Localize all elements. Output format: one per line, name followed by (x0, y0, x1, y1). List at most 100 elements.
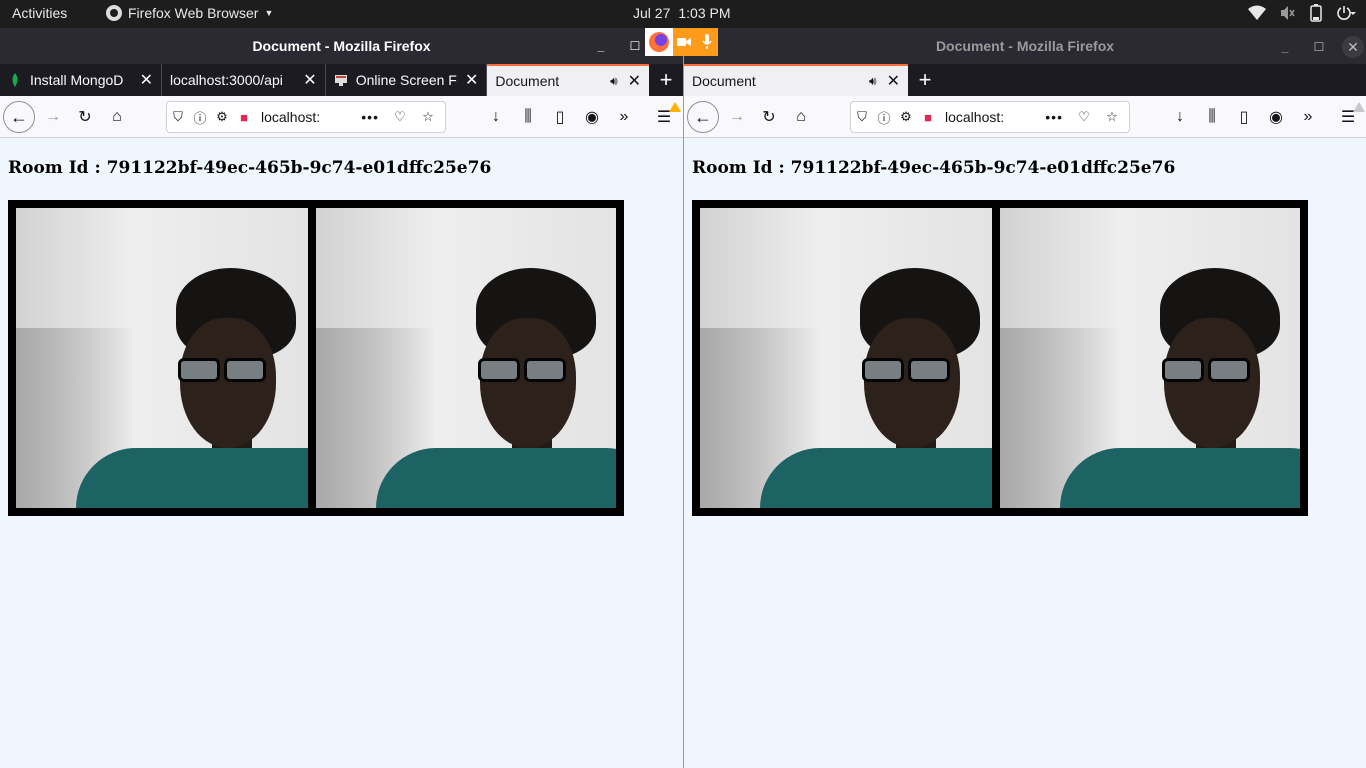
site-info-icon[interactable]: ⓘ (873, 108, 895, 127)
video-stream[interactable] (1000, 208, 1300, 508)
page-actions-icon[interactable]: ••• (361, 109, 379, 125)
url-bar[interactable]: ⛉ ⓘ ⚙ ■ localhost: ••• ♡ ☆ (166, 101, 446, 133)
downloads-icon[interactable]: ↓ (1168, 105, 1192, 129)
tab-label: Document (692, 73, 756, 89)
window-titlebar[interactable]: Document - Mozilla Firefox _ ☐ ✕ (684, 28, 1366, 64)
url-text[interactable]: localhost: (945, 109, 1025, 125)
back-button[interactable]: ← (3, 101, 35, 133)
camera-icon (673, 28, 695, 56)
speaker-icon[interactable]: 🔊︎ (869, 74, 877, 89)
warning-icon (1353, 102, 1365, 112)
navigation-toolbar: ← → ↻ ⌂ ⛉ ⓘ ⚙ ■ localhost: ••• ♡ ☆ ↓ ⫼ ▯… (684, 96, 1366, 138)
tab-label: Online Screen F (355, 72, 457, 88)
app-menu-label: Firefox Web Browser (128, 5, 259, 21)
clock[interactable]: Jul 27 1:03 PM (633, 5, 731, 21)
video-stream[interactable] (700, 208, 992, 508)
tracking-shield-icon[interactable]: ⛉ (167, 109, 189, 125)
video-grid (8, 200, 624, 516)
mongodb-leaf-icon (12, 73, 18, 87)
bookmark-star-icon[interactable]: ☆ (417, 109, 439, 125)
tab-document[interactable]: Document 🔊︎ ✕ (487, 64, 650, 96)
video-stream[interactable] (316, 208, 616, 508)
bookmark-star-icon[interactable]: ☆ (1101, 109, 1123, 125)
monitor-icon (334, 75, 347, 86)
room-id-heading: Room Id : 791122bf-49ec-465b-9c74-e01dff… (8, 158, 492, 178)
reload-button[interactable]: ↻ (757, 105, 781, 129)
url-text[interactable]: localhost: (261, 109, 341, 125)
tab-label: Install MongoD (30, 72, 124, 88)
pocket-icon[interactable]: ♡ (389, 109, 411, 125)
close-tab-icon[interactable]: ✕ (465, 70, 478, 90)
window-titlebar[interactable]: Document - Mozilla Firefox _ ☐ (0, 28, 683, 64)
close-window-button[interactable]: ✕ (1342, 36, 1364, 58)
clock-time: 1:03 PM (678, 5, 731, 21)
back-button[interactable]: ← (687, 101, 719, 133)
page-content: Room Id : 791122bf-49ec-465b-9c74-e01dff… (0, 158, 683, 516)
tab-install-mongodb[interactable]: Install MongoD ✕ (0, 64, 162, 96)
forward-button[interactable]: → (725, 105, 749, 129)
speaker-icon[interactable]: 🔊︎ (610, 74, 618, 89)
sharing-indicator[interactable] (645, 28, 718, 56)
account-icon[interactable]: ◉ (1264, 105, 1288, 129)
overflow-menu-icon[interactable]: » (1296, 105, 1320, 129)
tracking-shield-icon[interactable]: ⛉ (851, 109, 873, 125)
account-icon[interactable]: ◉ (580, 105, 604, 129)
minimize-button[interactable]: _ (1274, 37, 1296, 57)
pocket-icon[interactable]: ♡ (1073, 109, 1095, 125)
camera-in-use-icon[interactable]: ■ (917, 110, 939, 125)
wifi-icon (1248, 5, 1266, 20)
tab-strip: Install MongoD ✕ localhost:3000/api ✕ On… (0, 64, 683, 96)
battery-icon (1310, 4, 1322, 22)
url-bar[interactable]: ⛉ ⓘ ⚙ ■ localhost: ••• ♡ ☆ (850, 101, 1130, 133)
maximize-button[interactable]: ☐ (1308, 37, 1330, 57)
page-actions-icon[interactable]: ••• (1045, 109, 1063, 125)
tab-document[interactable]: Document 🔊︎ ✕ (684, 64, 908, 96)
close-tab-icon[interactable]: ✕ (140, 70, 153, 90)
system-top-bar: Activities Firefox Web Browser ▼ Jul 27 … (0, 0, 1366, 28)
tab-localhost-api[interactable]: localhost:3000/api ✕ (162, 64, 326, 96)
navigation-toolbar: ← → ↻ ⌂ ⛉ ⓘ ⚙ ■ localhost: ••• ♡ ☆ ↓ ⫼ ▯… (0, 96, 683, 138)
downloads-icon[interactable]: ↓ (484, 105, 508, 129)
close-tab-icon[interactable]: ✕ (628, 71, 641, 91)
forward-button[interactable]: → (41, 105, 65, 129)
firefox-icon (106, 5, 122, 21)
system-tray[interactable] (1248, 4, 1356, 22)
permissions-icon[interactable]: ⚙ (895, 109, 917, 125)
video-grid (692, 200, 1308, 516)
home-button[interactable]: ⌂ (105, 105, 129, 129)
camera-in-use-icon[interactable]: ■ (233, 110, 255, 125)
home-button[interactable]: ⌂ (789, 105, 813, 129)
new-tab-button[interactable]: + (649, 64, 683, 96)
activities-button[interactable]: Activities (12, 5, 67, 21)
power-menu-icon (1337, 6, 1356, 20)
browser-window-right: Document - Mozilla Firefox _ ☐ ✕ Documen… (683, 28, 1366, 768)
room-id-heading: Room Id : 791122bf-49ec-465b-9c74-e01dff… (692, 158, 1176, 178)
caret-down-icon: ▼ (264, 8, 274, 18)
library-icon[interactable]: ⫼ (516, 105, 540, 129)
tab-online-screen[interactable]: Online Screen F ✕ (326, 64, 488, 96)
tab-label: localhost:3000/api (170, 72, 283, 88)
page-content: Room Id : 791122bf-49ec-465b-9c74-e01dff… (684, 158, 1366, 516)
tab-label: Document (495, 73, 560, 89)
video-stream[interactable] (16, 208, 308, 508)
warning-icon (669, 102, 681, 112)
window-title: Document - Mozilla Firefox (935, 38, 1115, 54)
close-tab-icon[interactable]: ✕ (303, 70, 316, 90)
minimize-button[interactable]: _ (590, 36, 612, 56)
firefox-icon (645, 28, 673, 56)
permissions-icon[interactable]: ⚙ (211, 109, 233, 125)
maximize-button[interactable]: ☐ (624, 36, 646, 56)
reload-button[interactable]: ↻ (73, 105, 97, 129)
browser-window-left: Document - Mozilla Firefox _ ☐ Install M… (0, 28, 683, 768)
tab-strip: Document 🔊︎ ✕ + (684, 64, 1366, 96)
overflow-menu-icon[interactable]: » (612, 105, 636, 129)
site-info-icon[interactable]: ⓘ (189, 108, 211, 127)
app-menu[interactable]: Firefox Web Browser ▼ (106, 5, 273, 21)
new-tab-button[interactable]: + (908, 64, 942, 96)
sidebar-icon[interactable]: ▯ (548, 105, 572, 129)
window-title: Document - Mozilla Firefox (252, 38, 431, 54)
volume-muted-icon (1281, 6, 1295, 20)
sidebar-icon[interactable]: ▯ (1232, 105, 1256, 129)
library-icon[interactable]: ⫼ (1200, 105, 1224, 129)
close-tab-icon[interactable]: ✕ (887, 71, 900, 91)
